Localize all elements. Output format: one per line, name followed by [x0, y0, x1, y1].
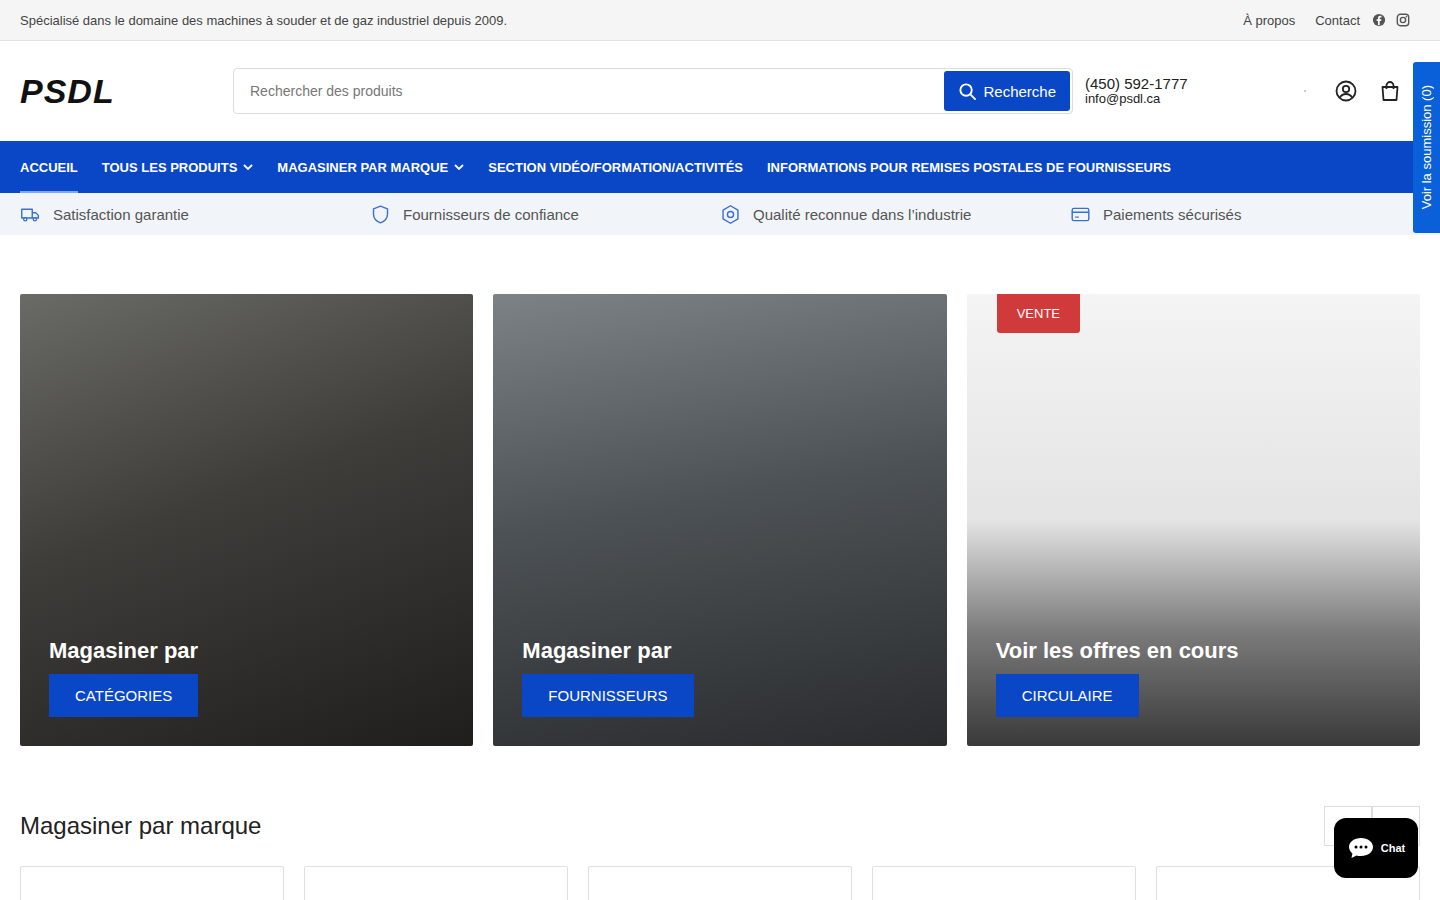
chevron-down-icon [454, 164, 464, 170]
feature-item: Fournisseurs de confiance [370, 204, 720, 225]
nav-item[interactable]: SECTION VIDÉO/FORMATION/ACTIVITÉS [488, 141, 743, 193]
chat-label: Chat [1381, 842, 1405, 854]
search-icon [958, 82, 977, 101]
facebook-icon[interactable] [1372, 13, 1386, 27]
brand-card[interactable] [20, 866, 284, 900]
feature-item: Qualité reconnue dans l’industrie [720, 204, 1070, 225]
main-nav: ACCUEIL TOUS LES PRODUITS MAGASINER PAR MA… [0, 141, 1440, 193]
email[interactable]: info@psdl.ca [1085, 92, 1188, 107]
contact-info: (450) 592-1777info@psdl.ca [1085, 75, 1188, 107]
nav-label: INFORMATIONS POUR REMISES POSTALES DE FO… [767, 160, 1171, 175]
card-body: Magasiner par CATÉGORIES [20, 638, 473, 746]
cart-icon[interactable] [1378, 79, 1402, 103]
feature-label: Qualité reconnue dans l’industrie [753, 206, 971, 223]
card-title: Magasiner par [49, 638, 444, 664]
nav-item[interactable]: INFORMATIONS POUR REMISES POSTALES DE FO… [767, 141, 1171, 193]
header-icons [1304, 79, 1402, 103]
quote-tab[interactable]: Voir la soumission (0) [1413, 62, 1440, 233]
feature-label: Paiements sécurisés [1103, 206, 1241, 223]
quality-badge-icon [720, 204, 741, 225]
nav-label: SECTION VIDÉO/FORMATION/ACTIVITÉS [488, 160, 743, 175]
hero-card[interactable]: Magasiner par FOURNISSEURS [493, 294, 946, 746]
hero-card[interactable]: Magasiner par CATÉGORIES [20, 294, 473, 746]
feature-item: Paiements sécurisés [1070, 204, 1420, 225]
card-button[interactable]: FOURNISSEURS [522, 674, 693, 717]
features-strip: Satisfaction garantie Fournisseurs de con… [0, 193, 1440, 235]
card-body: Voir les offres en cours CIRCULAIRE [967, 638, 1420, 746]
search-button-label: Recherche [983, 83, 1056, 100]
feature-label: Satisfaction garantie [53, 206, 189, 223]
hero-card[interactable]: VENTE Voir les offres en cours CIRCULAIRE [967, 294, 1420, 746]
announcement-text: Spécialisé dans le domaine des machines … [20, 13, 507, 28]
chevron-down-icon [243, 164, 253, 170]
brand-card[interactable] [588, 866, 852, 900]
hero-cards: Magasiner par CATÉGORIES Magasiner par FOUR… [0, 235, 1440, 746]
section-title: Magasiner par marque [20, 812, 261, 840]
truck-icon [20, 204, 41, 225]
instagram-icon[interactable] [1396, 13, 1410, 27]
quote-tab-label: Voir la soumission (0) [1419, 85, 1434, 209]
top-links: À propos Contact [1243, 13, 1410, 28]
feature-label: Fournisseurs de confiance [403, 206, 579, 223]
credit-card-icon [1070, 204, 1091, 225]
nav-label: ACCUEIL [20, 160, 78, 175]
brand-card[interactable] [872, 866, 1136, 900]
announcement-bar: Spécialisé dans le domaine des machines … [0, 0, 1440, 41]
card-title: Magasiner par [522, 638, 917, 664]
brands-section: Magasiner par marque [0, 746, 1440, 900]
top-link[interactable]: Contact [1315, 13, 1360, 28]
page: Spécialisé dans le domaine des machines … [0, 0, 1440, 900]
search-bar: Recherche [233, 68, 1073, 114]
nav-item[interactable]: MAGASINER PAR MARQUE [277, 141, 464, 193]
brands-header: Magasiner par marque [20, 806, 1420, 846]
search-button[interactable]: Recherche [944, 71, 1070, 111]
account-icon[interactable] [1334, 79, 1358, 103]
card-button[interactable]: CATÉGORIES [49, 674, 198, 717]
card-body: Magasiner par FOURNISSEURS [493, 638, 946, 746]
brand-card[interactable] [304, 866, 568, 900]
nav-label: TOUS LES PRODUITS [102, 160, 238, 175]
logo[interactable]: PSDL [20, 72, 233, 111]
nav-item[interactable]: TOUS LES PRODUITS [102, 141, 254, 193]
card-title: Voir les offres en cours [996, 638, 1391, 664]
shield-icon [370, 204, 391, 225]
brand-list [20, 866, 1420, 900]
dot-icon [1304, 90, 1306, 92]
chat-bubble-icon [1347, 836, 1375, 860]
feature-item: Satisfaction garantie [20, 204, 370, 225]
top-link[interactable]: À propos [1243, 13, 1295, 28]
nav-item[interactable]: ACCUEIL [20, 141, 78, 193]
card-button[interactable]: CIRCULAIRE [996, 674, 1139, 717]
chat-button[interactable]: Chat [1334, 818, 1418, 878]
sale-badge: VENTE [997, 294, 1080, 333]
header: PSDL Recherche (450) 592-1777info@psdl.ca [0, 41, 1440, 141]
phone[interactable]: (450) 592-1777 [1085, 75, 1188, 92]
search-input[interactable] [236, 83, 944, 99]
nav-label: MAGASINER PAR MARQUE [277, 160, 448, 175]
